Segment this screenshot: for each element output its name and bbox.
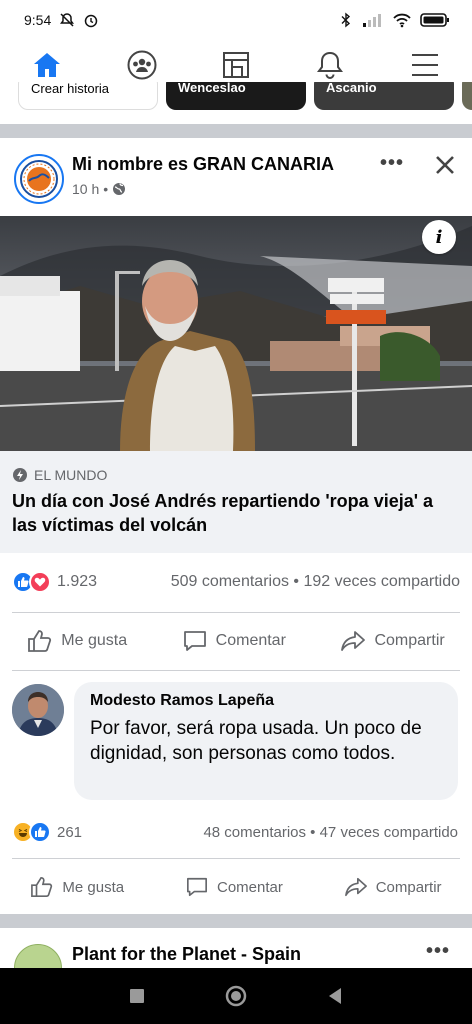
feed-separator bbox=[0, 914, 472, 928]
next-post-header: Plant for the Planet - Spain ••• bbox=[0, 928, 472, 968]
link-source: EL MUNDO bbox=[12, 467, 460, 483]
info-button[interactable]: i bbox=[422, 220, 456, 254]
post-header: Mi nombre es GRAN CANARIA 10 h • ••• bbox=[0, 138, 472, 216]
post-more-button[interactable]: ••• bbox=[380, 152, 404, 175]
top-comment: Modesto Ramos Lapeña Por favor, será rop… bbox=[12, 682, 458, 802]
post-actions: Me gusta Comentar Compartir bbox=[0, 862, 472, 912]
reactions-summary: 261 48 comentarios • 47 veces compartido bbox=[12, 814, 458, 850]
post-more-button[interactable]: ••• bbox=[426, 940, 450, 963]
story-card[interactable] bbox=[462, 82, 472, 110]
status-bar: 9:54 bbox=[0, 0, 472, 40]
globe-icon bbox=[113, 183, 126, 195]
news-photo bbox=[0, 216, 472, 451]
groups-icon bbox=[127, 50, 157, 79]
engagement-summary[interactable]: 48 comentarios • 47 veces compartido bbox=[203, 824, 458, 841]
battery-icon bbox=[420, 13, 449, 27]
post-meta: 10 h • bbox=[72, 181, 126, 197]
link-preview[interactable]: EL MUNDO Un día con José Andrés repartie… bbox=[0, 451, 472, 553]
mute-bell-icon bbox=[60, 13, 75, 27]
comment-icon bbox=[183, 631, 206, 651]
thumbs-up-icon bbox=[31, 877, 53, 897]
divider bbox=[12, 612, 460, 613]
instant-article-icon bbox=[13, 468, 27, 482]
page-name[interactable]: Mi nombre es GRAN CANARIA bbox=[72, 154, 334, 175]
avatar[interactable] bbox=[12, 684, 64, 736]
divider bbox=[12, 670, 460, 671]
story-card[interactable]: Wenceslao bbox=[166, 82, 306, 110]
menu-icon bbox=[411, 53, 438, 76]
home-icon bbox=[34, 52, 61, 77]
comment-icon bbox=[186, 877, 207, 897]
tab-menu[interactable] bbox=[395, 42, 455, 88]
system-navigation-bar bbox=[0, 968, 472, 1024]
engagement-summary[interactable]: 509 comentarios • 192 veces compartido bbox=[171, 573, 460, 591]
reactions-summary: 1.923 509 comentarios • 192 veces compar… bbox=[12, 562, 460, 602]
page-name[interactable]: Plant for the Planet - Spain bbox=[72, 944, 301, 965]
close-icon bbox=[436, 156, 454, 174]
page-logo-icon bbox=[20, 160, 58, 198]
reactions-count[interactable]: 1.923 bbox=[12, 571, 97, 593]
post-actions: Me gusta Comentar Compartir bbox=[0, 616, 472, 666]
divider bbox=[12, 858, 460, 859]
like-reaction-icon bbox=[29, 821, 51, 843]
alarm-icon bbox=[85, 14, 98, 28]
share-button[interactable]: Compartir bbox=[344, 876, 442, 898]
feed-separator bbox=[0, 124, 472, 138]
comment-author[interactable]: Modesto Ramos Lapeña bbox=[90, 692, 442, 710]
signal-icon bbox=[363, 14, 381, 27]
reactions-count[interactable]: 261 bbox=[12, 821, 82, 843]
tab-home[interactable] bbox=[11, 42, 104, 91]
thumbs-up-icon bbox=[28, 630, 52, 652]
like-button[interactable]: Me gusta bbox=[30, 876, 124, 898]
comment-text: Por favor, será ropa usada. Un poco de d… bbox=[90, 718, 422, 764]
tab-groups[interactable] bbox=[112, 42, 172, 88]
tab-pages[interactable] bbox=[206, 42, 266, 88]
comment-button[interactable]: Comentar bbox=[185, 876, 283, 898]
post-time[interactable]: 10 h bbox=[72, 181, 99, 197]
love-reaction-icon bbox=[29, 571, 51, 593]
story-card[interactable]: Ascanio bbox=[314, 82, 454, 110]
recents-button[interactable] bbox=[129, 988, 145, 1004]
bluetooth-icon bbox=[341, 12, 351, 28]
wifi-icon bbox=[393, 13, 411, 28]
pages-icon bbox=[222, 51, 249, 78]
comment-bubble[interactable]: Modesto Ramos Lapeña Por favor, será rop… bbox=[74, 682, 458, 800]
like-button[interactable]: Me gusta bbox=[27, 629, 127, 653]
share-icon bbox=[341, 631, 366, 651]
share-icon bbox=[344, 877, 367, 897]
clock: 9:54 bbox=[24, 12, 52, 28]
page-avatar[interactable] bbox=[14, 154, 64, 204]
home-button[interactable] bbox=[224, 984, 248, 1008]
bell-icon bbox=[317, 51, 344, 79]
back-button[interactable] bbox=[327, 987, 343, 1005]
tab-notifications[interactable] bbox=[300, 42, 360, 88]
link-title: Un día con José Andrés repartiendo 'ropa… bbox=[12, 491, 434, 535]
share-button[interactable]: Compartir bbox=[340, 629, 445, 653]
info-icon: i bbox=[435, 226, 443, 248]
stories-strip: Crear historia Wenceslao Ascanio bbox=[0, 82, 472, 112]
comment-button[interactable]: Comentar bbox=[182, 629, 286, 653]
hide-post-button[interactable] bbox=[430, 150, 460, 180]
create-story-card[interactable]: Crear historia bbox=[18, 82, 158, 110]
page-avatar[interactable] bbox=[14, 944, 62, 968]
link-preview-image[interactable]: i bbox=[0, 216, 472, 451]
